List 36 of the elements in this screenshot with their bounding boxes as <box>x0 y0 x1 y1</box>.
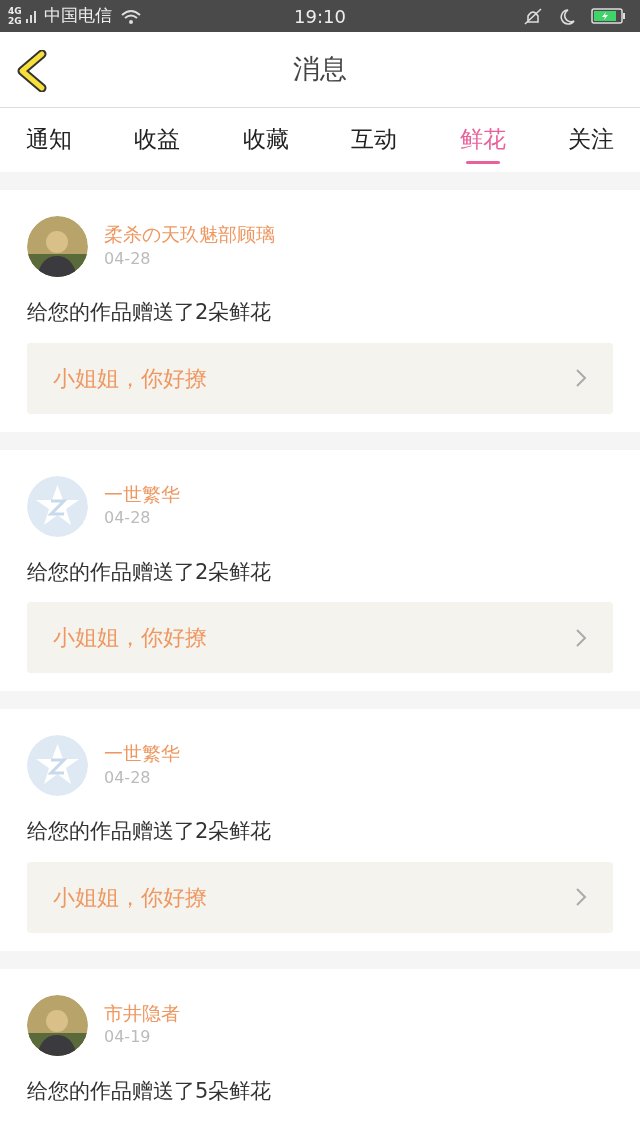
user-name[interactable]: 一世繁华 <box>104 741 180 766</box>
signal-icon <box>25 9 36 23</box>
muted-bell-icon <box>524 7 542 25</box>
message-text: 给您的作品赠送了2朵鲜花 <box>27 558 273 586</box>
chevron-icon <box>575 887 587 907</box>
message-text: 给您的作品赠送了2朵鲜花 <box>27 299 273 326</box>
default-avatar-icon <box>27 475 88 537</box>
moon-icon <box>558 7 575 25</box>
message-date: 04-28 <box>104 247 152 270</box>
message-date: 04-28 <box>104 766 152 789</box>
message-text: 给您的作品赠送了2朵鲜花 <box>27 818 273 845</box>
clock-time: 19:10 <box>294 4 346 29</box>
message-text: 给您的作品赠送了5朵鲜花 <box>27 1077 273 1105</box>
chevron-icon <box>575 627 587 648</box>
battery-icon <box>591 8 626 24</box>
message-date: 04-19 <box>104 1026 152 1049</box>
default-avatar-icon <box>27 735 88 796</box>
message-link[interactable]: 小姐姐，你好撩 <box>27 861 613 933</box>
user-name[interactable]: 柔杀の天玖魅部顾璃 <box>104 222 275 247</box>
message-link[interactable]: 小姐姐，你好撩 <box>27 602 613 673</box>
page-title: 消息 <box>293 52 347 87</box>
message-link[interactable]: 小姐姐，你好撩 <box>27 342 613 414</box>
network-label: 4G <box>8 6 22 16</box>
tab[interactable]: 收藏 <box>228 111 303 169</box>
tab[interactable]: 鲜花 <box>445 111 520 169</box>
tab[interactable]: 互动 <box>337 111 412 169</box>
user-name[interactable]: 一世繁华 <box>104 481 180 507</box>
message-date: 04-28 <box>104 507 152 530</box>
chevron-icon <box>575 368 587 388</box>
network-label: 2G <box>8 16 22 26</box>
tab[interactable]: 关注 <box>553 111 628 169</box>
user-name[interactable]: 市井隐者 <box>104 1000 180 1026</box>
tab[interactable]: 通知 <box>12 111 86 169</box>
tab[interactable]: 收益 <box>120 111 195 169</box>
wifi-icon <box>119 7 142 25</box>
carrier-name: 中国电信 <box>43 4 112 28</box>
